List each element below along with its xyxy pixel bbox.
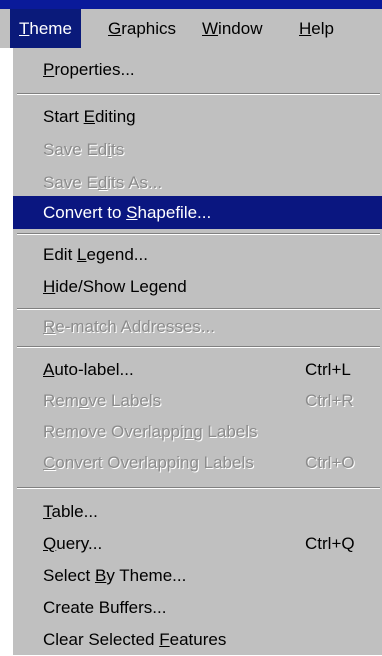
menu-item-convert-overlapping-labels: Convert Overlapping Labels Ctrl+O: [13, 446, 382, 479]
menu-label-part: elp: [311, 19, 334, 38]
shortcut-label: Ctrl+L: [305, 360, 351, 379]
menu-item-convert-to-shapefile[interactable]: Convert to Shapefile...: [13, 196, 382, 229]
shortcut-label: Ctrl+R: [305, 391, 354, 410]
menu-help[interactable]: Help: [290, 9, 343, 48]
menu-item-label: Convert to Shapefile...: [43, 203, 212, 222]
menu-item-remove-labels: Remove Labels Ctrl+R: [13, 384, 382, 417]
separator: [17, 233, 380, 235]
dropdown-left-edge: [0, 48, 11, 655]
separator: [17, 346, 380, 348]
menu-item-label: Clear Selected Features: [43, 630, 227, 649]
menu-item-label: Remove Labels: [43, 391, 162, 410]
menu-item-rematch-addresses: Re-match Addresses...: [13, 310, 382, 343]
menu-item-label: Create Buffers...: [43, 598, 167, 617]
menu-item-label: Auto-label...: [43, 360, 134, 379]
menu-item-create-buffers[interactable]: Create Buffers...: [13, 591, 382, 624]
menu-item-label: Table...: [43, 502, 98, 521]
theme-dropdown: Properties... Start Editing Save Edits S…: [11, 48, 382, 655]
menu-item-label: Query...: [43, 534, 103, 553]
menu-item-start-editing[interactable]: Start Editing: [13, 100, 382, 133]
separator: [17, 93, 380, 95]
menu-accelerator: H: [299, 19, 312, 38]
menu-item-clear-selected-features[interactable]: Clear Selected Features: [13, 623, 382, 656]
menu-label-part: indow: [218, 19, 263, 38]
title-bar-strip: [0, 0, 382, 9]
menu-item-label: Save Edits: [43, 140, 125, 159]
menu-item-hide-show-legend[interactable]: Hide/Show Legend: [13, 270, 382, 303]
menu-item-query[interactable]: Query... Ctrl+Q: [13, 527, 382, 560]
menu-label-part: raphics: [121, 19, 177, 38]
menu-graphics[interactable]: Graphics: [99, 9, 185, 48]
menu-window[interactable]: Window: [193, 9, 271, 48]
separator: [17, 487, 380, 489]
menu-accelerator: W: [202, 19, 219, 38]
menu-item-save-edits-as: Save Edits As...: [13, 166, 382, 199]
menu-item-table[interactable]: Table...: [13, 495, 382, 528]
menu-item-label: Save Edits As...: [43, 173, 163, 192]
menu-label-part: heme: [29, 19, 72, 38]
menu-bar: Theme Graphics Window Help: [0, 9, 382, 48]
menu-item-label: Start Editing: [43, 107, 136, 126]
menu-theme[interactable]: Theme: [10, 9, 81, 48]
menu-item-save-edits: Save Edits: [13, 133, 382, 166]
menu-item-label: Re-match Addresses...: [43, 317, 215, 336]
menu-item-label: Edit Legend...: [43, 245, 148, 264]
shortcut-label: Ctrl+O: [305, 453, 355, 472]
menu-item-label: Convert Overlapping Labels: [43, 453, 254, 472]
menu-item-label: Remove Overlapping Labels: [43, 422, 258, 441]
menu-item-label: Select By Theme...: [43, 566, 187, 585]
menu-item-select-by-theme[interactable]: Select By Theme...: [13, 559, 382, 592]
menu-accelerator: G: [108, 19, 122, 38]
menu-item-properties[interactable]: Properties...: [13, 53, 382, 86]
menu-item-remove-overlapping-labels: Remove Overlapping Labels: [13, 415, 382, 448]
menu-item-label: Hide/Show Legend: [43, 277, 187, 296]
theme-menu-window: Theme Graphics Window Help Properties...…: [0, 0, 382, 655]
shortcut-label: Ctrl+Q: [305, 534, 355, 553]
menu-item-label: Properties...: [43, 60, 135, 79]
menu-item-auto-label[interactable]: Auto-label... Ctrl+L: [13, 353, 382, 386]
menu-item-edit-legend[interactable]: Edit Legend...: [13, 238, 382, 271]
menu-accelerator: T: [19, 19, 30, 38]
